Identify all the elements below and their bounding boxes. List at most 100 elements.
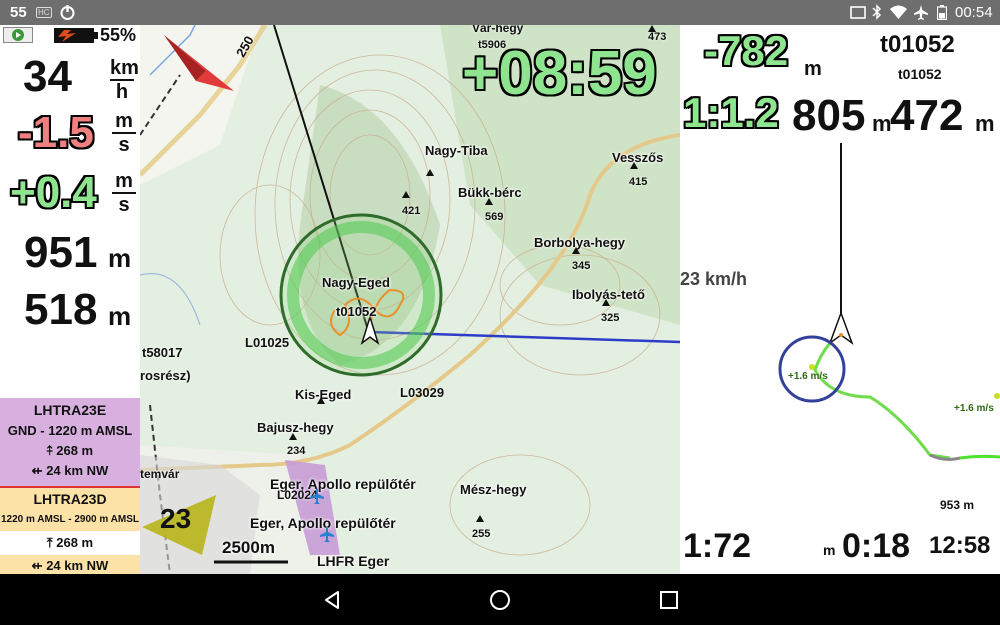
label-eger-apollo-2: Eger, Apollo repülőtér — [250, 515, 396, 531]
wind-direction-arrow-icon — [164, 35, 234, 91]
horizontal-distance-icon: ⇷ — [31, 463, 43, 478]
vario-average-unit-bottom: s — [118, 134, 130, 156]
altitude-unit: m — [108, 243, 132, 273]
thermal-altitude: 953 m — [940, 498, 975, 512]
wind-speed: 23 km/h — [680, 269, 748, 289]
label-t5906: t5906 — [478, 39, 507, 51]
status-bar: 55 HC 00:54 — [0, 0, 1000, 25]
play-icon[interactable] — [3, 27, 33, 43]
speed-value: 34 — [23, 52, 72, 101]
clock: 00:54 — [955, 4, 993, 21]
battery-icon — [937, 5, 947, 20]
vario-average-unit: m s — [112, 111, 136, 155]
label-lhfr: LHFR Eger — [317, 553, 390, 569]
back-icon[interactable] — [323, 590, 341, 610]
airspace-2-horizontal-distance: 24 km NW — [46, 558, 109, 573]
airspace-2-vertical-distance: 268 m — [56, 535, 94, 550]
home-icon[interactable] — [489, 589, 511, 611]
time-to-go: 0:18 — [842, 527, 911, 565]
waypoint-name-small: t01052 — [898, 66, 942, 82]
vario-average-unit-top: m — [115, 110, 133, 132]
speed-unit-top: km — [110, 57, 139, 79]
label-peak-473: 473 — [648, 31, 667, 43]
label-bajusz: Bajusz-hegy — [257, 420, 334, 435]
label-rosresz: rosrész) — [140, 368, 191, 383]
airspace-2-name: LHTRA23D — [0, 488, 140, 510]
waypoint-name[interactable]: t01052 — [880, 33, 955, 57]
vario-average-value: -1.5 — [18, 108, 94, 157]
thermal-number: 23 — [160, 503, 192, 534]
map-view[interactable]: 250 23 2500m +08:59 Nagy-Tiba Bükk-bérc … — [140, 25, 680, 574]
label-l01025: L01025 — [245, 335, 290, 350]
label-kis-eged: Kis-Eged — [295, 387, 352, 402]
speed-unit-bottom: h — [115, 81, 129, 103]
glide-difference-value: -782 — [704, 27, 789, 74]
airspace-1-vertical-distance: 268 m — [56, 443, 94, 458]
label-vesszos-alt: 415 — [629, 176, 648, 188]
label-bukk-berc-alt: 569 — [485, 211, 504, 223]
label-temvar: temvár — [140, 467, 180, 481]
label-bajusz-alt: 234 — [287, 445, 306, 457]
right-navigation-panel: -782 m t01052 t01052 1:1.2 805 m 472 m +… — [680, 25, 1000, 574]
label-peak-421: 421 — [402, 205, 421, 217]
time-to-go-unit: m — [823, 542, 836, 558]
label-turnpoint[interactable]: t01052 — [336, 304, 376, 319]
vario-unit-bottom: s — [118, 194, 130, 216]
thermal-climb-2: +1.6 m/s — [954, 403, 994, 414]
battery-percent: 55% — [100, 25, 137, 45]
airspace-1-limits: GND - 1220 m AMSL — [7, 423, 133, 438]
horizontal-distance-icon: ⇷ — [31, 558, 43, 573]
power-icon — [60, 5, 75, 20]
bluetooth-icon — [872, 4, 882, 20]
flight-timer: +08:59 — [462, 39, 657, 108]
label-t58017: t58017 — [142, 345, 183, 360]
airspace-2-limits: 1220 m AMSL - 2900 m AMSL — [0, 510, 140, 531]
distance-value: 805 — [792, 91, 866, 140]
airspace-1-name: LHTRA23E — [33, 402, 107, 418]
thermal-climb-1: +1.6 m/s — [788, 371, 828, 382]
airspace-card-1[interactable]: LHTRA23E GND - 1220 m AMSL ⤉ 268 m ⇷ 24 … — [0, 398, 140, 486]
left-instrument-panel: 55% 34 km h -1.5 m s +0.4 m s 951 m 518 … — [0, 25, 140, 577]
airspace-1-horizontal-distance: 24 km NW — [46, 463, 109, 478]
label-l03029: L03029 — [400, 385, 445, 400]
airspace-card-2[interactable]: LHTRA23D 1220 m AMSL - 2900 m AMSL ⤒ 268… — [0, 488, 140, 577]
label-bukk-berc: Bükk-bérc — [458, 185, 522, 200]
label-borbolya-alt: 345 — [572, 260, 591, 272]
vario-unit: m s — [112, 171, 136, 215]
height-unit: m — [108, 301, 132, 331]
label-borbolya: Borbolya-hegy — [534, 235, 626, 250]
flight-clock: 12:58 — [929, 532, 991, 559]
label-nagy-eged: Nagy-Eged — [322, 275, 390, 290]
vario-value: +0.4 — [10, 168, 97, 217]
ld-ratio: 1:72 — [683, 527, 752, 565]
altitude-value: 951 — [24, 228, 98, 277]
arrival-altitude-unit: m — [975, 111, 995, 136]
airplane-icon — [914, 5, 928, 20]
ceiling-icon: ⤒ — [46, 535, 53, 550]
label-ibolyas: Ibolyás-tető — [572, 287, 645, 302]
scale-label: 2500m — [222, 538, 275, 557]
android-nav-bar — [0, 574, 1000, 625]
label-vesszos: Vesszős — [612, 150, 664, 165]
airspace-1-vertical: ⤉ 268 m — [0, 443, 140, 459]
recents-icon[interactable] — [659, 590, 679, 610]
glide-ratio: 1:1.2 — [683, 89, 779, 136]
label-nagy-tiba: Nagy-Tiba — [425, 143, 488, 158]
battery-level-icon — [54, 28, 98, 43]
wifi-icon — [890, 5, 907, 19]
airspace-2-vertical: ⤒ 268 m — [0, 531, 140, 555]
vario-unit-top: m — [115, 170, 133, 192]
airspace-1-horizontal: ⇷ 24 km NW — [0, 463, 140, 479]
glide-difference-unit: m — [804, 58, 822, 80]
label-mesz-alt: 255 — [472, 528, 491, 540]
label-mesz-hegy: Mész-hegy — [460, 482, 527, 497]
label-l02024: L02024 — [277, 488, 318, 502]
cast-icon — [850, 6, 866, 19]
height-value: 518 — [24, 285, 98, 334]
hc-badge: HC — [36, 7, 52, 18]
arrival-altitude-value: 472 — [890, 91, 964, 140]
speed-unit: km h — [110, 57, 139, 103]
notification-count: 55 — [10, 4, 27, 21]
vertical-distance-icon: ⤉ — [46, 443, 53, 458]
label-var-hegy: Vár-hegy — [472, 25, 524, 35]
